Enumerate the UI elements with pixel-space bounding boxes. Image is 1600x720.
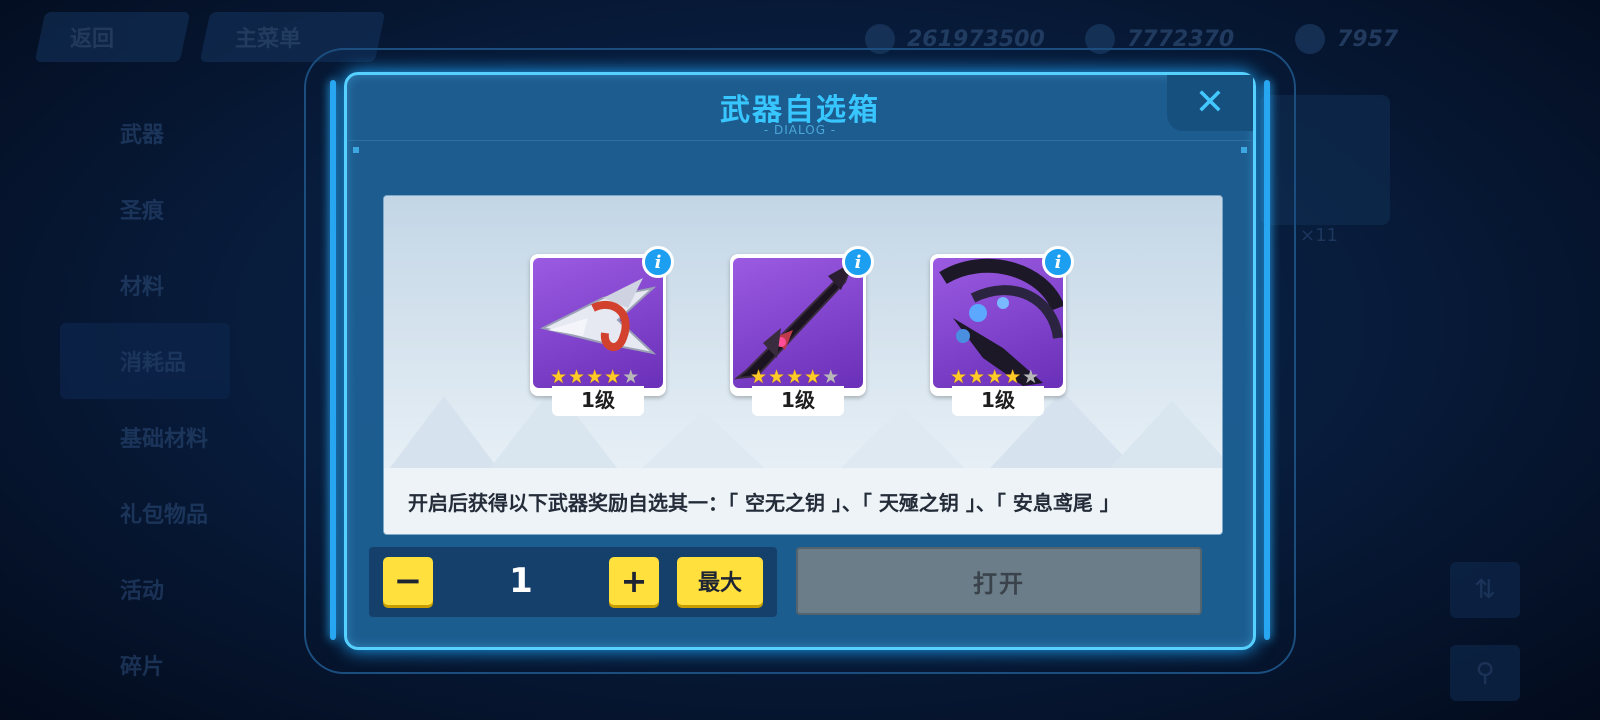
weapon-item-card[interactable]: ★ ★ ★ ★ ★ 1级 i — [930, 246, 1074, 416]
item-level: 1级 — [952, 386, 1044, 416]
back-button[interactable]: 返回 — [34, 12, 191, 62]
weapon-item-row: ★ ★ ★ ★ ★ 1级 i ★ ★ ★ ★ ★ 1级 i ★ ★ ★ ★ ★ … — [530, 246, 1090, 424]
sidebar-item-materials[interactable]: 材料 — [60, 247, 230, 323]
dialog-rail-left — [330, 80, 336, 640]
sidebar-item-basic-materials[interactable]: 基础材料 — [60, 399, 230, 475]
sidebar-item-gift-items[interactable]: 礼包物品 — [60, 475, 230, 551]
dialog-subtitle: - DIALOG - — [763, 123, 837, 137]
rarity-stars: ★ ★ ★ ★ ★ — [550, 368, 639, 387]
star-filled-icon: ★ — [568, 366, 586, 388]
frame-dot — [353, 147, 359, 153]
filter-icon[interactable]: ⚲ — [1450, 645, 1520, 701]
crystal-value: 7957 — [1337, 26, 1399, 52]
quantity-stepper: − 1 + 最大 — [369, 547, 777, 617]
inventory-sidebar: 武器 圣痕 材料 消耗品 基础材料 礼包物品 活动 碎片 — [60, 95, 230, 703]
sidebar-item-consumables[interactable]: 消耗品 — [60, 323, 230, 399]
frame-dot — [1241, 147, 1247, 153]
rarity-stars: ★ ★ ★ ★ ★ — [750, 368, 839, 387]
crystal-icon — [1295, 24, 1325, 54]
star-filled-icon: ★ — [586, 366, 604, 388]
max-button[interactable]: 最大 — [677, 557, 763, 605]
star-filled-icon: ★ — [750, 366, 768, 388]
star-empty-icon: ★ — [822, 366, 840, 388]
star-filled-icon: ★ — [604, 366, 622, 388]
close-icon: ✕ — [1194, 82, 1226, 123]
sort-icon[interactable]: ⇅ — [1450, 562, 1520, 618]
star-empty-icon: ★ — [1022, 366, 1040, 388]
crystal-counter: 7957 — [1295, 22, 1398, 56]
quantity-value: 1 — [509, 561, 533, 601]
star-empty-icon: ★ — [622, 366, 640, 388]
sidebar-item-weapons[interactable]: 武器 — [60, 95, 230, 171]
sidebar-item-events[interactable]: 活动 — [60, 551, 230, 627]
open-button[interactable]: 打开 — [796, 547, 1202, 615]
info-icon[interactable]: i — [842, 246, 874, 278]
main-menu-button-label: 主菜单 — [235, 27, 302, 52]
dialog-header: 武器自选箱 - DIALOG - ✕ — [347, 75, 1253, 141]
star-filled-icon: ★ — [986, 366, 1004, 388]
star-filled-icon: ★ — [1004, 366, 1022, 388]
info-icon[interactable]: i — [1042, 246, 1074, 278]
star-filled-icon: ★ — [968, 366, 986, 388]
close-button[interactable]: ✕ — [1167, 75, 1253, 131]
item-level: 1级 — [752, 386, 844, 416]
sidebar-item-stigmata[interactable]: 圣痕 — [60, 171, 230, 247]
sidebar-item-fragments[interactable]: 碎片 — [60, 627, 230, 703]
rarity-stars: ★ ★ ★ ★ ★ — [950, 368, 1039, 387]
reward-panel: ★ ★ ★ ★ ★ 1级 i ★ ★ ★ ★ ★ 1级 i ★ ★ ★ ★ ★ … — [383, 195, 1223, 535]
weapon-selection-dialog: 武器自选箱 - DIALOG - ✕ ★ ★ ★ ★ ★ 1级 i ★ ★ ★ … — [344, 72, 1256, 650]
reward-description: 开启后获得以下武器奖励自选其一：「 空无之钥 」、「 天殛之钥 」、「 安息鸢尾… — [384, 468, 1222, 534]
star-filled-icon: ★ — [768, 366, 786, 388]
info-icon[interactable]: i — [642, 246, 674, 278]
weapon-item-card[interactable]: ★ ★ ★ ★ ★ 1级 i — [530, 246, 674, 416]
item-level: 1级 — [552, 386, 644, 416]
back-button-label: 返回 — [70, 27, 115, 52]
star-filled-icon: ★ — [804, 366, 822, 388]
dialog-rail-right — [1264, 80, 1270, 640]
weapon-item-card[interactable]: ★ ★ ★ ★ ★ 1级 i — [730, 246, 874, 416]
star-filled-icon: ★ — [950, 366, 968, 388]
selected-item-count: ×11 — [1300, 225, 1338, 246]
star-filled-icon: ★ — [786, 366, 804, 388]
decrease-button[interactable]: − — [383, 557, 433, 605]
increase-button[interactable]: + — [609, 557, 659, 605]
star-filled-icon: ★ — [550, 366, 568, 388]
